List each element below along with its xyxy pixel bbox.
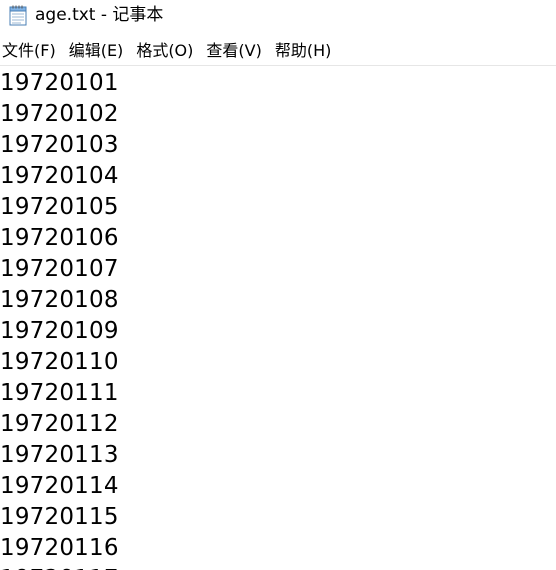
menu-bar: 文件(F) 编辑(E) 格式(O) 查看(V) 帮助(H) [0,36,556,65]
text-line: 19720108 [0,287,119,313]
window-title: age.txt - 记事本 [35,5,164,25]
text-line: 19720110 [0,349,119,375]
text-line: 19720115 [0,504,119,530]
text-line: 19720107 [0,256,119,282]
text-editor[interactable]: 19720101 19720102 19720103 19720104 1972… [0,66,556,570]
text-line: 19720114 [0,473,119,499]
text-line: 19720101 [0,70,119,96]
text-line: 19720106 [0,225,119,251]
text-line: 19720103 [0,132,119,158]
menu-view[interactable]: 查看(V) [204,40,263,62]
menu-help[interactable]: 帮助(H) [273,40,334,62]
text-line: 19720117 [0,564,119,570]
menu-format[interactable]: 格式(O) [134,40,195,62]
text-line: 19720113 [0,442,119,468]
text-line: 19720102 [0,101,119,127]
menu-file[interactable]: 文件(F) [0,40,58,62]
text-line: 19720112 [0,411,119,437]
text-line: 19720105 [0,194,119,220]
text-line: 19720116 [0,535,119,561]
title-bar[interactable]: age.txt - 记事本 [0,0,556,31]
text-line: 19720109 [0,318,119,344]
text-line: 19720111 [0,380,119,406]
menu-edit[interactable]: 编辑(E) [67,40,126,62]
editor-lines: 19720101 19720102 19720103 19720104 1972… [0,68,119,570]
text-line: 19720104 [0,163,119,189]
notepad-icon [9,5,27,26]
